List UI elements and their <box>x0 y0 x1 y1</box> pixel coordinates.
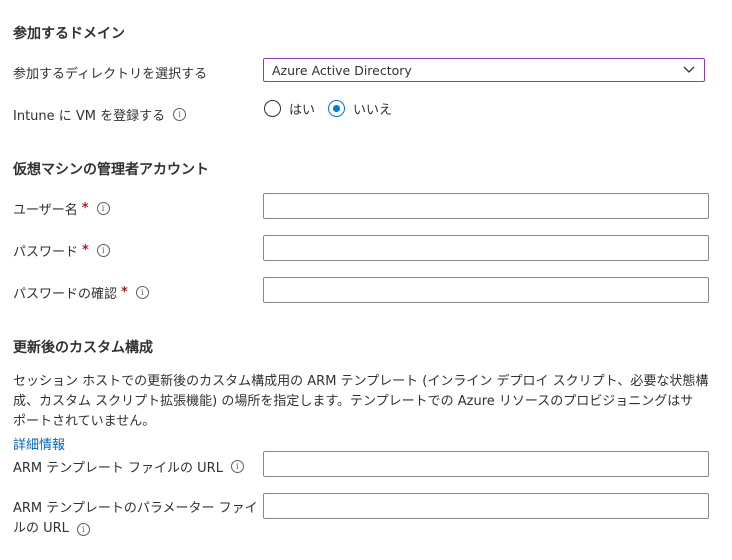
confirm-password-label: パスワードの確認 * i <box>13 283 149 302</box>
required-mark: * <box>82 243 89 258</box>
custom-description: セッション ホストでの更新後のカスタム構成用の ARM テンプレート (インライ… <box>13 372 713 432</box>
admin-section-title: 仮想マシンの管理者アカウント <box>13 162 209 178</box>
required-mark: * <box>121 285 128 300</box>
info-icon[interactable]: i <box>96 202 110 215</box>
template-url-label-text: ARM テンプレート ファイルの URL <box>13 461 223 476</box>
intune-radio-no[interactable]: いいえ <box>328 99 392 118</box>
radio-no-circle[interactable] <box>328 100 345 117</box>
password-label-text: パスワード <box>13 245 79 260</box>
info-icon[interactable]: i <box>96 244 110 257</box>
confirm-password-label-text: パスワードの確認 <box>13 287 118 302</box>
confirm-password-input[interactable] <box>263 277 709 303</box>
param-url-label-line: ルの URL <box>13 521 69 536</box>
template-url-label: ARM テンプレート ファイルの URL i <box>13 457 244 476</box>
info-icon[interactable]: i <box>76 522 90 536</box>
directory-select-value: Azure Active Directory <box>272 62 412 78</box>
info-icon[interactable]: i <box>230 460 244 473</box>
username-label: ユーザー名 * i <box>13 199 110 218</box>
domain-section-title: 参加するドメイン <box>13 26 125 42</box>
radio-yes-label: はい <box>289 103 316 118</box>
learn-more-link[interactable]: 詳細情報 <box>13 434 65 453</box>
directory-label-text: 参加するディレクトリを選択する <box>13 67 208 82</box>
radio-no-label: いいえ <box>353 103 393 118</box>
directory-select[interactable]: Azure Active Directory <box>263 58 705 82</box>
password-label: パスワード * i <box>13 241 110 260</box>
chevron-down-icon <box>683 66 695 73</box>
param-url-label-line: ARM テンプレートのパラメーター ファイ <box>13 501 258 516</box>
radio-yes-circle[interactable] <box>264 100 281 117</box>
description-line: ポートされていません。 <box>13 414 156 429</box>
required-mark: * <box>81 201 89 216</box>
intune-label-text: Intune に VM を登録する <box>13 109 166 124</box>
password-input[interactable] <box>263 235 709 261</box>
template-url-input[interactable] <box>263 451 709 477</box>
info-icon[interactable]: i <box>173 108 187 121</box>
description-line: 成、カスタム スクリプト拡張機能) の場所を指定します。テンプレートでの Azu… <box>13 394 694 409</box>
intune-label: Intune に VM を登録する i <box>13 105 187 124</box>
param-url-input[interactable] <box>263 493 709 519</box>
intune-radio-yes[interactable]: はい <box>264 99 315 118</box>
username-input[interactable] <box>263 193 709 219</box>
custom-section-title: 更新後のカスタム構成 <box>13 340 153 356</box>
param-url-label-line-wrap: ルの URL i <box>13 519 258 539</box>
username-label-text: ユーザー名 <box>13 203 78 218</box>
info-icon[interactable]: i <box>135 286 149 299</box>
description-line: セッション ホストでの更新後のカスタム構成用の ARM テンプレート (インライ… <box>13 374 709 389</box>
param-url-label: ARM テンプレートのパラメーター ファイ ルの URL i <box>13 499 258 539</box>
directory-label: 参加するディレクトリを選択する <box>13 63 207 82</box>
